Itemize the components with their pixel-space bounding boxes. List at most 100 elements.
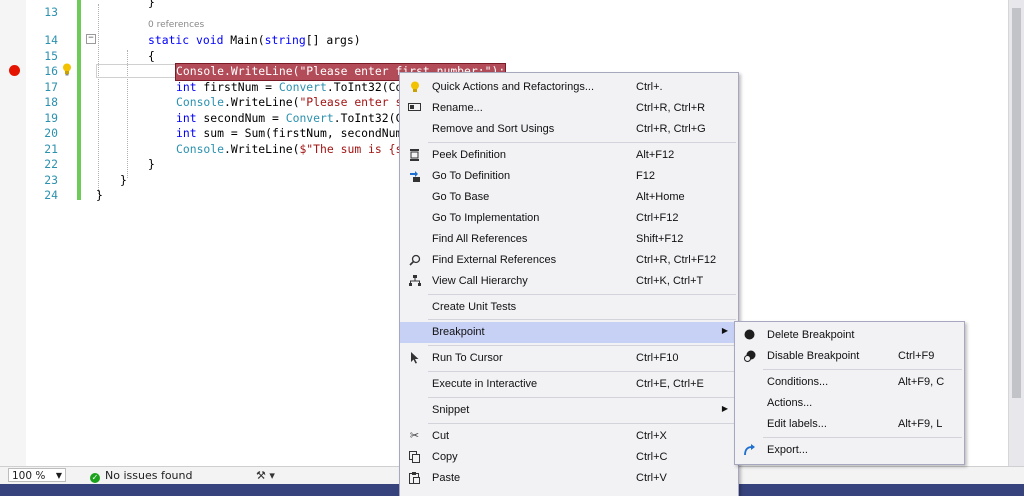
zoom-dropdown[interactable]: 100 % ▼: [8, 468, 66, 482]
menu-item-shortcut: Alt+Home: [636, 191, 685, 203]
menu-separator: [428, 371, 736, 372]
menu-item-shortcut: Ctrl+K, Ctrl+T: [636, 275, 704, 287]
menu-item-label: Edit labels...: [767, 418, 827, 430]
copy-icon: [408, 451, 421, 464]
menu-separator: [428, 423, 736, 424]
menu-item-copy[interactable]: Copy Ctrl+C: [400, 447, 738, 468]
chevron-down-icon: ▼: [55, 471, 62, 480]
menu-item-shortcut: Ctrl+F12: [636, 212, 679, 224]
code-text: int sum = Sum(firstNum, secondNum: [176, 126, 403, 140]
menu-item-shortcut: Ctrl+.: [636, 81, 663, 93]
menu-item-shortcut: Ctrl+V: [636, 472, 667, 484]
export-icon: [743, 444, 756, 457]
menu-separator: [428, 319, 736, 320]
line-number: 21: [44, 141, 58, 156]
code-text: }: [120, 172, 127, 187]
menu-item-shortcut: Ctrl+F10: [636, 352, 679, 364]
menu-item-label: Conditions...: [767, 376, 829, 388]
menu-item-label: Disable Breakpoint: [767, 350, 860, 362]
menu-item-remove-sort-usings[interactable]: Remove and Sort Usings Ctrl+R, Ctrl+G: [400, 119, 738, 140]
menu-item-go-to-base[interactable]: Go To Base Alt+Home: [400, 187, 738, 208]
menu-item-snippet[interactable]: Snippet ▶: [400, 400, 738, 421]
code-cleanup-button[interactable]: ⚒ ▾: [256, 469, 275, 482]
code-text: {: [148, 48, 155, 63]
menu-item-find-external-references[interactable]: Find External References Ctrl+R, Ctrl+F1…: [400, 250, 738, 271]
goto-definition-icon: [408, 170, 421, 183]
menu-item-cut[interactable]: ✂ Cut Ctrl+X: [400, 426, 738, 447]
menu-separator: [763, 369, 962, 370]
menu-item-rename[interactable]: Rename... Ctrl+R, Ctrl+R: [400, 98, 738, 119]
menu-item-execute-in-interactive[interactable]: Execute in Interactive Ctrl+E, Ctrl+E: [400, 374, 738, 395]
menu-item-view-call-hierarchy[interactable]: View Call Hierarchy Ctrl+K, Ctrl+T: [400, 271, 738, 292]
menu-item-edit-labels[interactable]: Edit labels... Alt+F9, L: [735, 414, 964, 435]
breakpoint-dot-icon: [743, 329, 756, 342]
menu-item-label: View Call Hierarchy: [432, 275, 528, 287]
code-text: int secondNum = Convert.ToInt32(Co: [176, 110, 410, 125]
line-number: 14: [44, 33, 58, 47]
line-number: 23: [44, 172, 58, 187]
menu-item-peek-definition[interactable]: Peek Definition Alt+F12: [400, 145, 738, 166]
line-number: 24: [44, 188, 58, 202]
menu-item-shortcut: Ctrl+R, Ctrl+F12: [636, 254, 717, 266]
menu-item-create-unit-tests[interactable]: Create Unit Tests: [400, 297, 738, 318]
breakpoint-submenu: Delete Breakpoint Disable Breakpoint Ctr…: [734, 321, 965, 465]
issues-indicator[interactable]: ✓ No issues found: [90, 469, 192, 483]
rename-icon: [408, 102, 421, 115]
ide-window: 0 references − 13 } 14 static void Main(…: [0, 0, 1024, 496]
menu-item-run-to-cursor[interactable]: Run To Cursor Ctrl+F10: [400, 348, 738, 369]
line-number: 18: [44, 95, 58, 109]
menu-item-paste[interactable]: Paste Ctrl+V: [400, 468, 738, 489]
menu-item-label: Cut: [432, 430, 450, 442]
menu-item-label: Create Unit Tests: [432, 301, 517, 313]
menu-separator: [428, 142, 736, 143]
menu-item-shortcut: Alt+F9, L: [898, 418, 943, 430]
code-text: int firstNum = Convert.ToInt32(Co: [176, 79, 403, 94]
menu-item-shortcut: Ctrl+E, Ctrl+E: [636, 378, 704, 390]
vertical-scrollbar[interactable]: [1008, 0, 1024, 466]
issues-text: No issues found: [105, 469, 193, 482]
menu-item-delete-breakpoint[interactable]: Delete Breakpoint: [735, 325, 964, 346]
menu-separator: [428, 397, 736, 398]
paste-icon: [408, 472, 421, 485]
menu-item-go-to-definition[interactable]: Go To Definition F12: [400, 166, 738, 187]
scrollbar-thumb[interactable]: [1012, 8, 1021, 398]
menu-item-shortcut: Ctrl+R, Ctrl+R: [636, 102, 706, 114]
menu-item-label: Find All References: [432, 233, 528, 245]
chevron-down-icon: ▾: [269, 469, 275, 482]
menu-item-label: Go To Implementation: [432, 212, 540, 224]
menu-item-label: Paste: [432, 472, 461, 484]
codelens-references[interactable]: 0 references: [148, 20, 204, 30]
menu-separator: [428, 345, 736, 346]
menu-item-label: Execute in Interactive: [432, 378, 538, 390]
peek-icon: [408, 149, 421, 162]
menu-item-go-to-implementation[interactable]: Go To Implementation Ctrl+F12: [400, 208, 738, 229]
code-text: }: [96, 188, 103, 202]
menu-item-label: Quick Actions and Refactorings...: [432, 81, 595, 93]
code-line: 15 {: [0, 49, 1008, 65]
menu-item-label: Export...: [767, 444, 808, 456]
menu-item-breakpoint[interactable]: Breakpoint ▶: [400, 322, 738, 343]
editor-context-menu: Quick Actions and Refactorings... Ctrl+.…: [399, 72, 739, 496]
menu-item-label: Run To Cursor: [432, 352, 503, 364]
code-text: Console.WriteLine("Please enter se: [176, 95, 410, 109]
menu-item-label: Breakpoint: [432, 326, 485, 338]
menu-item-shortcut: Ctrl+C: [636, 451, 668, 463]
menu-item-label: Find External References: [432, 254, 557, 266]
menu-item-actions[interactable]: Actions...: [735, 393, 964, 414]
menu-item-conditions[interactable]: Conditions... Alt+F9, C: [735, 372, 964, 393]
menu-item-shortcut: Ctrl+X: [636, 430, 667, 442]
submenu-arrow-icon: ▶: [721, 404, 728, 413]
lightbulb-icon: [408, 81, 421, 94]
hierarchy-icon: [408, 275, 421, 288]
check-circle-icon: ✓: [90, 473, 100, 483]
disable-breakpoint-icon: [743, 350, 756, 363]
code-text: Console.WriteLine($"The sum is {su: [176, 141, 410, 156]
menu-item-find-all-references[interactable]: Find All References Shift+F12: [400, 229, 738, 250]
menu-item-export[interactable]: Export...: [735, 440, 964, 461]
menu-item-quick-actions[interactable]: Quick Actions and Refactorings... Ctrl+.: [400, 77, 738, 98]
menu-item-label: Go To Definition: [432, 170, 511, 182]
code-line: 14 static void Main(string[] args): [0, 33, 1008, 49]
code-text: }: [148, 0, 155, 9]
menu-item-disable-breakpoint[interactable]: Disable Breakpoint Ctrl+F9: [735, 346, 964, 367]
find-icon: [408, 254, 421, 267]
